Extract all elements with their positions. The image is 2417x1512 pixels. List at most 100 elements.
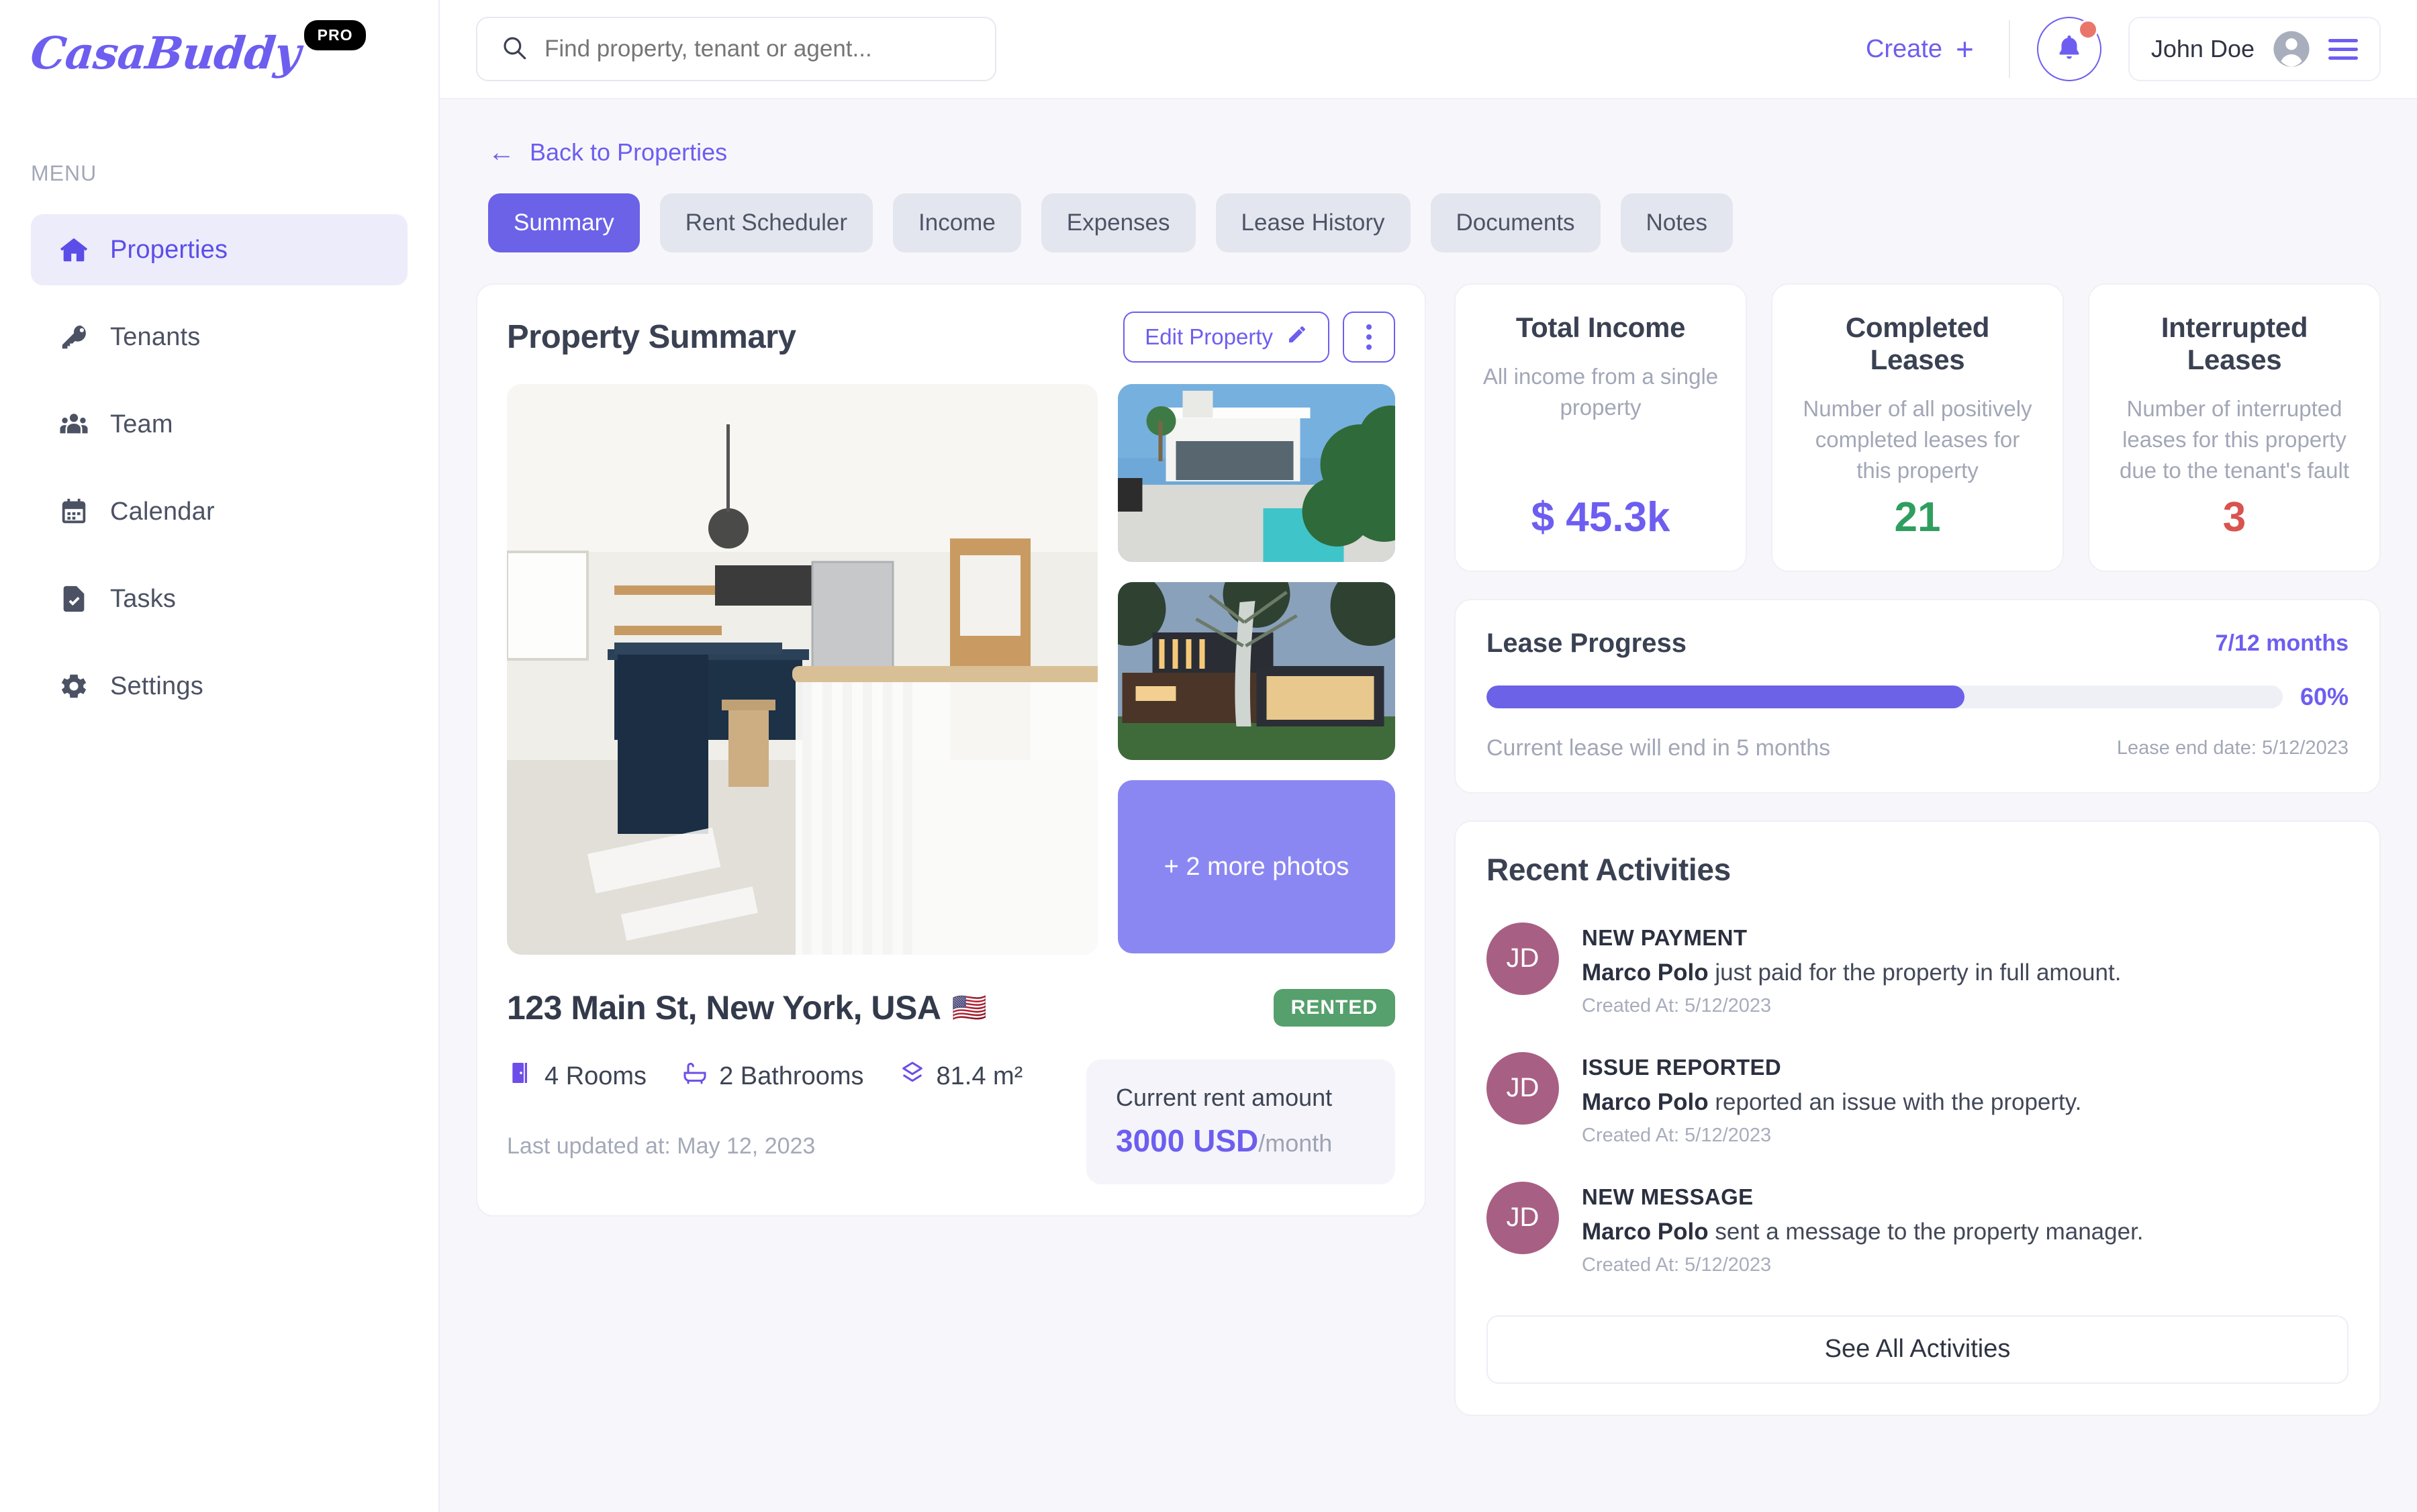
property-address: 123 Main St, New York, USA xyxy=(507,989,941,1027)
sidebar-item-properties[interactable]: Properties xyxy=(31,214,408,285)
status-badge: RENTED xyxy=(1273,989,1395,1027)
stat-description: All income from a single property xyxy=(1482,364,1719,420)
spec-bathrooms: 2 Bathrooms xyxy=(681,1059,864,1093)
create-label: Create xyxy=(1865,34,1943,63)
content-area: ← Back to Properties Summary Rent Schedu… xyxy=(440,99,2417,1512)
search-box[interactable] xyxy=(476,17,996,81)
activity-time: Created At: 5/12/2023 xyxy=(1582,1124,1772,1146)
stat-card-interrupted-leases: Interrupted Leases Number of interrupted… xyxy=(2088,283,2381,572)
activity-detail: reported an issue with the property. xyxy=(1708,1088,2082,1115)
gear-icon xyxy=(58,670,90,702)
create-button[interactable]: Create + xyxy=(1866,34,2009,64)
activity-time: Created At: 5/12/2023 xyxy=(1582,1254,1772,1276)
progress-bar-track xyxy=(1486,685,2283,708)
back-label: Back to Properties xyxy=(530,138,728,166)
avatar: JD xyxy=(1486,1051,1559,1125)
property-specs: 4 Rooms 2 Bathrooms 81.4 m² xyxy=(507,1059,1086,1093)
more-vertical-icon xyxy=(1366,324,1372,330)
tab-bar: Summary Rent Scheduler Income Expenses L… xyxy=(488,193,2381,252)
more-photos-button[interactable]: + 2 more photos xyxy=(1118,780,1395,953)
tab-documents[interactable]: Documents xyxy=(1430,193,1601,252)
property-photo-thumb-1[interactable] xyxy=(1118,384,1395,562)
notifications-button[interactable] xyxy=(2036,17,2101,81)
stat-description: Number of interrupted leases for this pr… xyxy=(2119,396,2350,483)
sidebar-item-label: Properties xyxy=(110,235,228,264)
sidebar-item-label: Settings xyxy=(110,671,203,700)
logo-text: CasaBuddy xyxy=(28,27,303,79)
tab-income[interactable]: Income xyxy=(893,193,1021,252)
activity-actor: Marco Polo xyxy=(1582,1218,1709,1245)
sidebar-item-team[interactable]: Team xyxy=(31,389,408,460)
lease-progress-months: 7/12 months xyxy=(2215,630,2349,656)
property-address-row: 123 Main St, New York, USA 🇺🇸 RENTED xyxy=(507,988,1395,1027)
door-icon xyxy=(507,1059,534,1093)
spec-rooms-value: 4 Rooms xyxy=(544,1061,647,1090)
back-to-properties-link[interactable]: ← Back to Properties xyxy=(488,138,2381,167)
property-photo-main[interactable] xyxy=(507,384,1098,955)
tab-lease-history[interactable]: Lease History xyxy=(1215,193,1411,252)
arrow-left-icon: ← xyxy=(488,138,515,167)
activity-detail: just paid for the property in full amoun… xyxy=(1708,959,2122,986)
task-document-icon xyxy=(58,583,90,615)
user-menu[interactable]: John Doe xyxy=(2128,17,2381,81)
lease-end-date: Lease end date: 5/12/2023 xyxy=(2116,737,2349,759)
bathtub-icon xyxy=(681,1059,708,1093)
card-actions: Edit Property xyxy=(1123,312,1395,363)
tab-notes[interactable]: Notes xyxy=(1620,193,1733,252)
sidebar-nav: Properties Tenants Team Calendar Tasks S… xyxy=(0,214,438,722)
sidebar-item-calendar[interactable]: Calendar xyxy=(31,476,408,547)
stat-value: 21 xyxy=(1894,493,1941,540)
list-item[interactable]: JD ISSUE REPORTED Marco Polo reported an… xyxy=(1486,1051,2349,1147)
activity-time: Created At: 5/12/2023 xyxy=(1582,994,1772,1017)
sidebar-item-tenants[interactable]: Tenants xyxy=(31,301,408,373)
app-logo[interactable]: CasaBuddy PRO xyxy=(0,0,438,79)
current-rent-label: Current rent amount xyxy=(1116,1084,1333,1111)
tab-summary[interactable]: Summary xyxy=(488,193,640,252)
stat-title: Interrupted Leases xyxy=(2161,312,2308,375)
progress-percent-label: 60% xyxy=(2300,682,2349,710)
activity-actor: Marco Polo xyxy=(1582,959,1709,986)
avatar: JD xyxy=(1486,922,1559,995)
see-all-activities-button[interactable]: See All Activities xyxy=(1486,1315,2349,1384)
activity-text: Marco Polo just paid for the property in… xyxy=(1582,959,2121,986)
user-name: John Doe xyxy=(2150,35,2255,62)
last-updated-text: Last updated at: May 12, 2023 xyxy=(507,1133,816,1159)
tab-rent-scheduler[interactable]: Rent Scheduler xyxy=(659,193,873,252)
area-icon xyxy=(899,1059,926,1093)
stat-card-total-income: Total Income All income from a single pr… xyxy=(1454,283,1747,572)
current-rent-box: Current rent amount 3000 USD/month xyxy=(1086,1059,1395,1184)
stat-value: $ 45.3k xyxy=(1531,493,1670,540)
property-gallery: + 2 more photos xyxy=(507,384,1395,955)
lease-progress-title: Lease Progress xyxy=(1486,628,1687,658)
sidebar-item-label: Calendar xyxy=(110,497,215,526)
activity-detail: sent a message to the property manager. xyxy=(1708,1218,2144,1245)
activity-text: Marco Polo reported an issue with the pr… xyxy=(1582,1089,2081,1116)
activity-kind: NEW PAYMENT xyxy=(1582,925,1748,950)
sidebar-item-tasks[interactable]: Tasks xyxy=(31,563,408,634)
activity-body: ISSUE REPORTED Marco Polo reported an is… xyxy=(1582,1052,2081,1147)
list-item[interactable]: JD NEW PAYMENT Marco Polo just paid for … xyxy=(1486,922,2349,1017)
activity-body: NEW MESSAGE Marco Polo sent a message to… xyxy=(1582,1182,2144,1276)
main-area: Create + John Doe xyxy=(440,0,2417,1512)
property-photo-thumb-2[interactable] xyxy=(1118,582,1395,760)
sidebar-item-settings[interactable]: Settings xyxy=(31,651,408,722)
activity-body: NEW PAYMENT Marco Polo just paid for the… xyxy=(1582,923,2121,1017)
page-title: Property Summary xyxy=(507,319,796,355)
menu-section-label: MENU xyxy=(31,161,97,185)
property-gallery-thumbs: + 2 more photos xyxy=(1118,384,1395,955)
recent-activities-title: Recent Activities xyxy=(1486,851,1731,887)
calendar-icon xyxy=(58,495,90,528)
activity-actor: Marco Polo xyxy=(1582,1088,1709,1115)
more-options-button[interactable] xyxy=(1343,312,1395,363)
edit-property-button[interactable]: Edit Property xyxy=(1123,312,1329,363)
hamburger-icon[interactable] xyxy=(2328,38,2358,60)
current-rent-period: /month xyxy=(1258,1129,1333,1157)
stat-title: Total Income xyxy=(1515,312,1686,343)
stat-title: Completed Leases xyxy=(1845,312,1990,375)
pro-badge: PRO xyxy=(303,20,367,50)
list-item[interactable]: JD NEW MESSAGE Marco Polo sent a message… xyxy=(1486,1181,2349,1276)
search-input[interactable] xyxy=(544,36,972,62)
tab-expenses[interactable]: Expenses xyxy=(1041,193,1196,252)
lease-progress-bar-row: 60% xyxy=(1486,683,2349,711)
progress-bar-fill xyxy=(1486,685,1964,708)
